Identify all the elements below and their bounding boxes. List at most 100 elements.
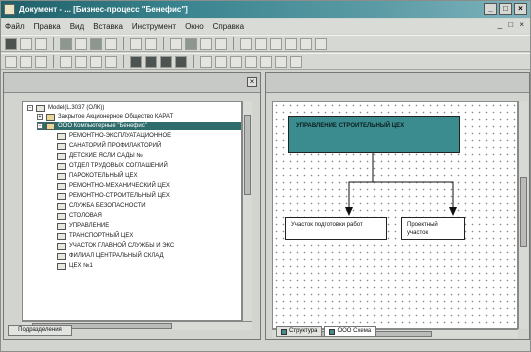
zoom-in-icon[interactable] — [260, 55, 272, 68]
minimize-button[interactable]: _ — [484, 3, 497, 15]
canvas-vertical-scrollbar[interactable] — [518, 101, 528, 329]
tree-item[interactable]: ФИЛИАЛ ЦЕНТРАЛЬНЫЙ СКЛАД — [57, 252, 164, 260]
tree-item-label: РЕМОНТНО-МЕХАНИЧЕСКИЙ ЦЕХ — [69, 183, 170, 189]
preview-icon[interactable] — [35, 37, 47, 50]
properties-icon[interactable] — [215, 37, 227, 50]
mdi-controls[interactable]: _ □ × — [498, 20, 526, 29]
toolbar-separator — [163, 37, 164, 50]
diagram-node-child[interactable]: Проектный участок — [401, 217, 465, 240]
tab-scheme[interactable]: ООО Схема — [324, 326, 377, 337]
close-button[interactable]: × — [514, 3, 527, 15]
toolbar-drawing — [1, 53, 530, 70]
italic-icon[interactable] — [215, 55, 227, 68]
save-icon[interactable] — [5, 37, 17, 50]
tree-item[interactable]: СТОЛОВАЯ — [57, 212, 102, 220]
tree-item-label: УЧАСТОК ГЛАВНОЙ СЛУЖБЫ И ЭКС — [69, 243, 175, 249]
bold-icon[interactable] — [200, 55, 212, 68]
diagram-node-root[interactable]: УПРАВЛЕНИЕ СТРОИТЕЛЬНЫЙ ЦЕХ — [288, 116, 460, 153]
scroll-thumb[interactable] — [244, 115, 251, 195]
document-icon — [57, 152, 66, 160]
tree-item-selected[interactable]: − ООО Компьютерные "Бенефис" — [37, 122, 241, 130]
tab-structure[interactable]: Структура — [276, 326, 323, 337]
menu-help[interactable]: Справка — [213, 22, 244, 31]
tree-item[interactable]: САНАТОРИЙ ПРОФИЛАКТОРИЙ — [57, 142, 161, 150]
pointer-icon[interactable] — [5, 55, 17, 68]
menu-insert[interactable]: Вставка — [93, 22, 123, 31]
tree-item[interactable]: РЕМОНТНО-МЕХАНИЧЕСКИЙ ЦЕХ — [57, 182, 170, 190]
maximize-button[interactable]: □ — [499, 3, 512, 15]
distribute-icon[interactable] — [285, 37, 297, 50]
scroll-thumb[interactable] — [520, 177, 527, 247]
layout-icon[interactable] — [200, 37, 212, 50]
align-right-icon[interactable] — [270, 37, 282, 50]
ungroup-icon[interactable] — [315, 37, 327, 50]
tree-item-label: РЕМОНТНО-СТРОИТЕЛЬНЫЙ ЦЕХ — [69, 193, 170, 199]
group-icon[interactable] — [300, 37, 312, 50]
rectangle-icon[interactable] — [20, 55, 32, 68]
document-icon — [57, 192, 66, 200]
menu-file[interactable]: Файл — [5, 22, 25, 31]
font-color-icon[interactable] — [160, 55, 172, 68]
tab-departments[interactable]: Подразделения — [8, 325, 72, 336]
arrow-icon[interactable] — [90, 55, 102, 68]
tree-item[interactable]: РЕМОНТНО-СТРОИТЕЛЬНЫЙ ЦЕХ — [57, 192, 170, 200]
menu-tools[interactable]: Инструмент — [132, 22, 176, 31]
filter-icon[interactable] — [105, 37, 117, 50]
collapse-icon[interactable]: − — [37, 123, 43, 129]
expand-icon[interactable]: + — [37, 114, 43, 120]
tree-item[interactable]: ТРАНСПОРТНЫЙ ЦЕХ — [57, 232, 133, 240]
menu-view[interactable]: Вид — [70, 22, 84, 31]
align-left-icon[interactable] — [240, 37, 252, 50]
menu-window[interactable]: Окно — [185, 22, 204, 31]
font-size-icon[interactable] — [245, 55, 257, 68]
redo-icon[interactable] — [145, 37, 157, 50]
zoom-out-icon[interactable] — [275, 55, 287, 68]
text-icon[interactable] — [75, 55, 87, 68]
fit-page-icon[interactable] — [290, 55, 302, 68]
tree-item[interactable]: РЕМОНТНО-ЭКСПЛУАТАЦИОННОЕ — [57, 132, 171, 140]
close-icon[interactable]: × — [247, 77, 257, 87]
collapse-icon[interactable]: − — [27, 105, 33, 111]
shape-icon[interactable] — [105, 55, 117, 68]
zoom-icon[interactable] — [170, 37, 182, 50]
line-color-icon[interactable] — [145, 55, 157, 68]
tree-item[interactable]: ПАРОКОТЕЛЬНЫЙ ЦЕХ — [57, 172, 138, 180]
tree-item[interactable]: ДЕТСКИЕ ЯСЛИ САДЫ № — [57, 152, 143, 160]
window-title: Документ - ... [Бизнес-процесс "Бенефис"… — [19, 5, 188, 14]
tree-pane: × − Model(L.3037 (ОЛК)) + Закрытое Акцио… — [3, 72, 261, 340]
grid-icon[interactable] — [185, 37, 197, 50]
copy-icon[interactable] — [75, 37, 87, 50]
tree-item[interactable]: СЛУЖБА БЕЗОПАСНОСТИ — [57, 202, 146, 210]
tree-item-label: Model(L.3037 (ОЛК)) — [48, 105, 105, 111]
fill-color-icon[interactable] — [130, 55, 142, 68]
tree-item[interactable]: ОТДЕЛ ТРУДОВЫХ СОГЛАШЕНИЙ — [57, 162, 168, 170]
connector-icon[interactable] — [60, 55, 72, 68]
underline-icon[interactable] — [230, 55, 242, 68]
document-icon — [57, 162, 66, 170]
print-icon[interactable] — [20, 37, 32, 50]
tree-item[interactable]: − Model(L.3037 (ОЛК)) — [27, 104, 104, 112]
shadow-icon[interactable] — [175, 55, 187, 68]
document-icon — [57, 242, 66, 250]
tree-item-label: ПАРОКОТЕЛЬНЫЙ ЦЕХ — [69, 173, 138, 179]
tree-item[interactable]: УПРАВЛЕНИЕ — [57, 222, 109, 230]
toolbar-separator — [123, 55, 124, 68]
menu-edit[interactable]: Правка — [34, 22, 61, 31]
title-bar[interactable]: Документ - ... [Бизнес-процесс "Бенефис"… — [1, 1, 530, 18]
tree-item-label: СТОЛОВАЯ — [69, 213, 102, 219]
document-icon — [57, 212, 66, 220]
align-center-icon[interactable] — [255, 37, 267, 50]
folder-icon — [46, 113, 55, 121]
org-tree[interactable]: − Model(L.3037 (ОЛК)) + Закрытое Акционе… — [22, 101, 242, 321]
main-window: Документ - ... [Бизнес-процесс "Бенефис"… — [0, 0, 531, 352]
tree-item[interactable]: + Закрытое Акционерное Общество КАРАТ — [37, 113, 173, 121]
tree-item[interactable]: ЦЕХ №1 — [57, 262, 93, 270]
diagram-node-child[interactable]: Участок подготовки работ — [285, 217, 387, 240]
cut-icon[interactable] — [60, 37, 72, 50]
diagram-canvas[interactable]: УПРАВЛЕНИЕ СТРОИТЕЛЬНЫЙ ЦЕХ Участок подг… — [272, 101, 518, 329]
paste-icon[interactable] — [90, 37, 102, 50]
undo-icon[interactable] — [130, 37, 142, 50]
tree-vertical-scrollbar[interactable] — [242, 101, 252, 321]
line-icon[interactable] — [35, 55, 47, 68]
tree-item[interactable]: УЧАСТОК ГЛАВНОЙ СЛУЖБЫ И ЭКС — [57, 242, 174, 250]
